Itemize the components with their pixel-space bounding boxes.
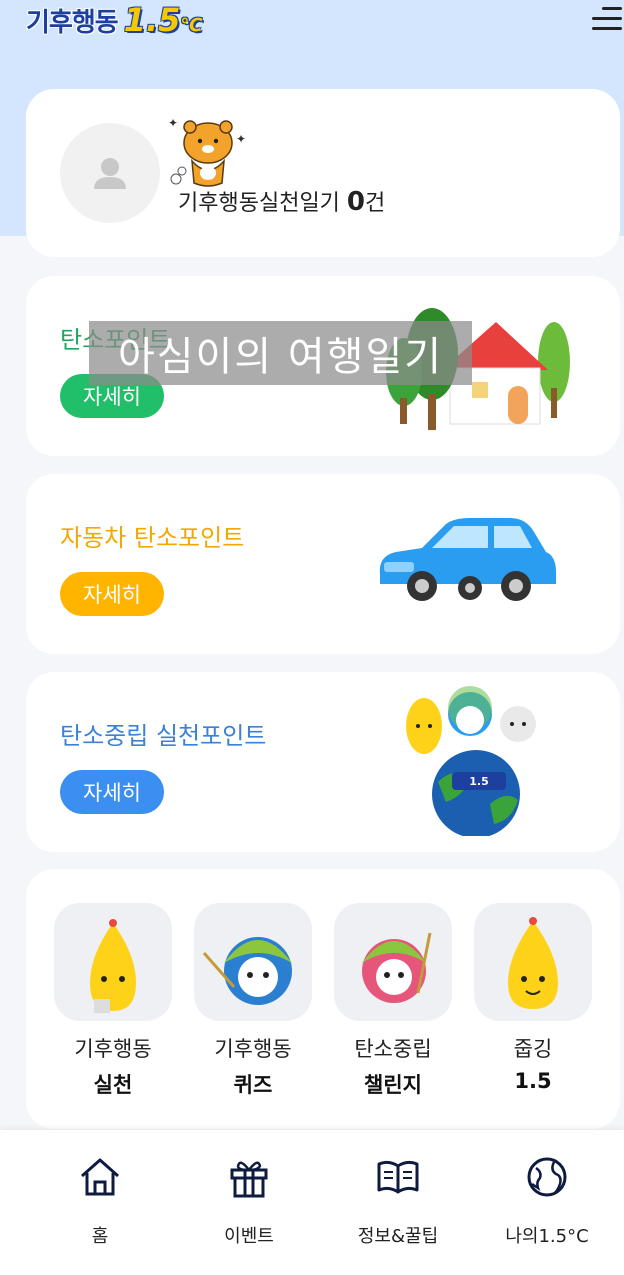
hamburger-menu-icon[interactable] xyxy=(588,6,622,32)
diary-summary: 기후행동실천일기 0건 xyxy=(178,185,385,217)
bottom-navigation: 홈 이벤트 정보&꿀팁 나의1.5°C xyxy=(0,1130,624,1275)
gift-icon xyxy=(230,1161,268,1198)
diary-count: 0 xyxy=(346,187,366,217)
menu-item-practice[interactable]: 기후행동 실천 xyxy=(54,903,172,1099)
svg-text:✦: ✦ xyxy=(168,116,178,130)
user-icon xyxy=(94,158,126,189)
logo-number: 1.5℃ xyxy=(123,1,203,39)
ryan-character: ✦ ✦ xyxy=(168,116,246,187)
menu-line2: 실천 xyxy=(93,1073,133,1097)
nav-item-my[interactable]: 나의1.5°C xyxy=(487,1154,607,1248)
profile-card[interactable]: ✦ ✦ 기후행동실천일기 0건 xyxy=(26,89,620,257)
menu-line1: 탄소중립 xyxy=(354,1037,432,1061)
nav-item-event[interactable]: 이벤트 xyxy=(189,1154,309,1248)
menu-line2: 퀴즈 xyxy=(233,1073,273,1097)
neutral-point-title: 탄소중립 실천포인트 xyxy=(60,722,267,750)
nav-label: 홈 xyxy=(91,1226,109,1247)
svg-text:1.5: 1.5 xyxy=(469,775,489,788)
avatar xyxy=(60,123,160,223)
app-logo[interactable]: 기후행동 1.5℃ xyxy=(26,0,202,40)
car-carbon-point-title: 자동차 탄소포인트 xyxy=(60,524,245,552)
neutral-point-detail-button[interactable]: 자세히 xyxy=(60,770,164,814)
nav-label: 이벤트 xyxy=(224,1226,274,1247)
overlay-caption: 아심이의 여행일기 xyxy=(89,321,472,385)
menu-item-quiz[interactable]: 기후행동 퀴즈 xyxy=(194,903,312,1099)
menu-item-plogging[interactable]: 줍깅 1.5 xyxy=(474,903,592,1093)
menu-line2: 1.5 xyxy=(514,1069,552,1093)
book-icon xyxy=(377,1160,419,1194)
svg-text:✦: ✦ xyxy=(236,132,246,146)
nav-label: 정보&꿀팁 xyxy=(357,1226,439,1247)
blue-car-illustration xyxy=(379,518,556,601)
yellow-mascot-icon xyxy=(54,903,172,1021)
nav-item-home[interactable]: 홈 xyxy=(40,1154,160,1248)
diary-label: 기후행동실천일기 xyxy=(178,191,340,216)
quick-menu-card: 기후행동 실천 기후행동 퀴즈 탄소중립 챌린지 줍깅 1.5 xyxy=(26,869,620,1129)
diary-unit: 건 xyxy=(365,191,386,216)
menu-item-challenge[interactable]: 탄소중립 챌린지 xyxy=(334,903,452,1099)
globe-icon xyxy=(527,1157,567,1197)
mascots-earth-illustration: 1.5 xyxy=(406,686,536,836)
blue-mascot-icon xyxy=(194,903,312,1021)
menu-line1: 기후행동 xyxy=(74,1037,152,1061)
menu-line1: 기후행동 xyxy=(214,1037,292,1061)
pink-mascot-icon xyxy=(334,903,452,1021)
menu-line1: 줍깅 xyxy=(513,1037,553,1061)
car-carbon-point-detail-button[interactable]: 자세히 xyxy=(60,572,164,616)
logo-text: 기후행동 xyxy=(26,7,119,38)
yellow-mascot-icon xyxy=(474,903,592,1021)
menu-line2: 챌린지 xyxy=(364,1073,422,1097)
nav-item-info[interactable]: 정보&꿀팁 xyxy=(338,1154,458,1248)
nav-label: 나의1.5°C xyxy=(505,1226,589,1247)
home-icon xyxy=(81,1158,119,1196)
car-carbon-point-card[interactable]: 자동차 탄소포인트 자세히 xyxy=(26,474,620,654)
neutral-point-card[interactable]: 탄소중립 실천포인트 자세히 1.5 xyxy=(26,672,620,852)
